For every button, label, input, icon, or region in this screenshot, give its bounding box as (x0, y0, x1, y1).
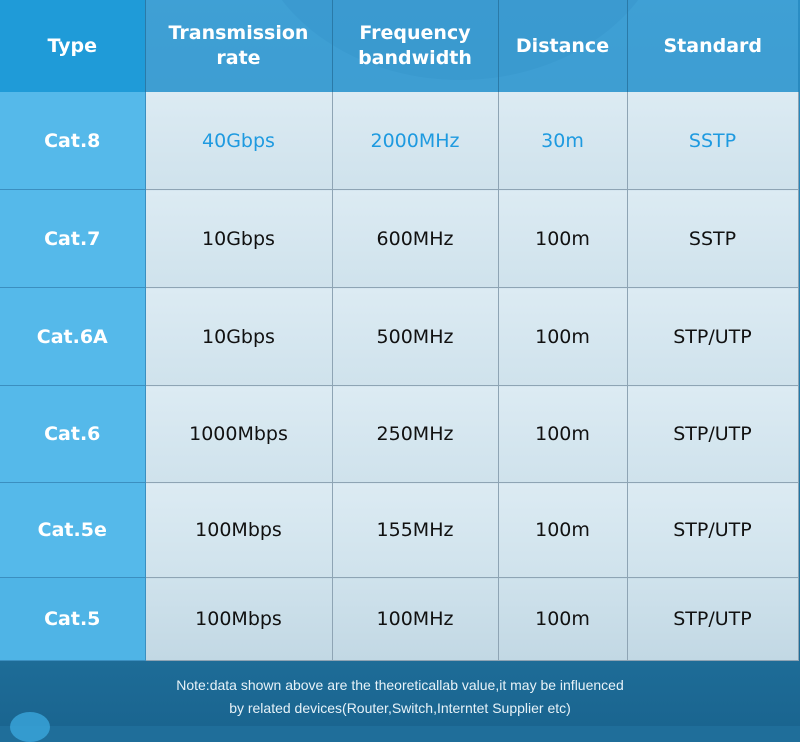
cell-distance: 100m (498, 189, 628, 288)
table-row: Cat.5e 100Mbps 155MHz 100m STP/UTP (0, 482, 799, 578)
footnote-line-2: by related devices(Router,Switch,Internt… (229, 700, 571, 716)
header-standard-label: Standard (663, 34, 762, 57)
cell-type: Cat.8 (0, 92, 146, 190)
cell-distance: 100m (498, 385, 628, 483)
table-row: Cat.8 40Gbps 2000MHz 30m SSTP (0, 92, 799, 190)
cell-transmission-rate: 1000Mbps (145, 385, 333, 483)
header-bandwidth-line2: bandwidth (358, 47, 472, 69)
table-row: Cat.6 1000Mbps 250MHz 100m STP/UTP (0, 385, 799, 483)
cell-type: Cat.6A (0, 287, 146, 386)
cell-type: Cat.7 (0, 189, 146, 288)
cell-frequency-bandwidth: 2000MHz (332, 92, 499, 190)
cell-frequency-bandwidth: 250MHz (332, 385, 499, 483)
cell-frequency-bandwidth: 600MHz (332, 189, 499, 288)
cell-distance: 30m (498, 92, 628, 190)
header-type: Type (0, 0, 146, 92)
cell-standard: STP/UTP (627, 577, 799, 661)
header-standard: Standard (627, 0, 798, 92)
cell-distance: 100m (498, 577, 628, 661)
header-distance-label: Distance (515, 34, 610, 57)
cell-distance: 100m (498, 287, 628, 386)
cell-transmission-rate: 40Gbps (145, 92, 333, 190)
cell-transmission-rate: 10Gbps (145, 287, 333, 386)
footnote: Note:data shown above are the theoretica… (0, 674, 800, 720)
cell-frequency-bandwidth: 155MHz (332, 482, 499, 578)
header-rate-line1: Transmission (168, 22, 309, 44)
cell-type: Cat.6 (0, 385, 146, 483)
table-header-row: Type Transmission rate Frequency bandwid… (0, 0, 798, 92)
header-type-label: Type (47, 34, 98, 57)
cell-standard: STP/UTP (627, 482, 799, 578)
footnote-line-1: Note:data shown above are the theoretica… (176, 677, 624, 693)
cell-type: Cat.5 (0, 577, 146, 661)
cell-transmission-rate: 100Mbps (145, 482, 333, 578)
cell-transmission-rate: 10Gbps (145, 189, 333, 288)
table-row: Cat.5 100Mbps 100MHz 100m STP/UTP (0, 577, 799, 661)
header-distance: Distance (498, 0, 628, 92)
cable-spec-table: Type Transmission rate Frequency bandwid… (0, 0, 799, 661)
cell-transmission-rate: 100Mbps (145, 577, 333, 661)
header-frequency-bandwidth: Frequency bandwidth (332, 0, 499, 92)
cell-distance: 100m (498, 482, 628, 578)
cell-frequency-bandwidth: 500MHz (332, 287, 499, 386)
spec-comparison-page: Type Transmission rate Frequency bandwid… (0, 0, 800, 742)
cell-standard: STP/UTP (627, 287, 799, 386)
header-rate-line2: rate (216, 47, 261, 69)
table-row: Cat.7 10Gbps 600MHz 100m SSTP (0, 189, 799, 288)
cell-frequency-bandwidth: 100MHz (332, 577, 499, 661)
cell-standard: SSTP (627, 92, 799, 190)
cell-type: Cat.5e (0, 482, 146, 578)
header-transmission-rate: Transmission rate (145, 0, 333, 92)
cell-standard: STP/UTP (627, 385, 799, 483)
cell-standard: SSTP (627, 189, 799, 288)
header-bandwidth-line1: Frequency (359, 22, 471, 44)
decorative-circle (10, 712, 50, 742)
table-row: Cat.6A 10Gbps 500MHz 100m STP/UTP (0, 287, 799, 386)
